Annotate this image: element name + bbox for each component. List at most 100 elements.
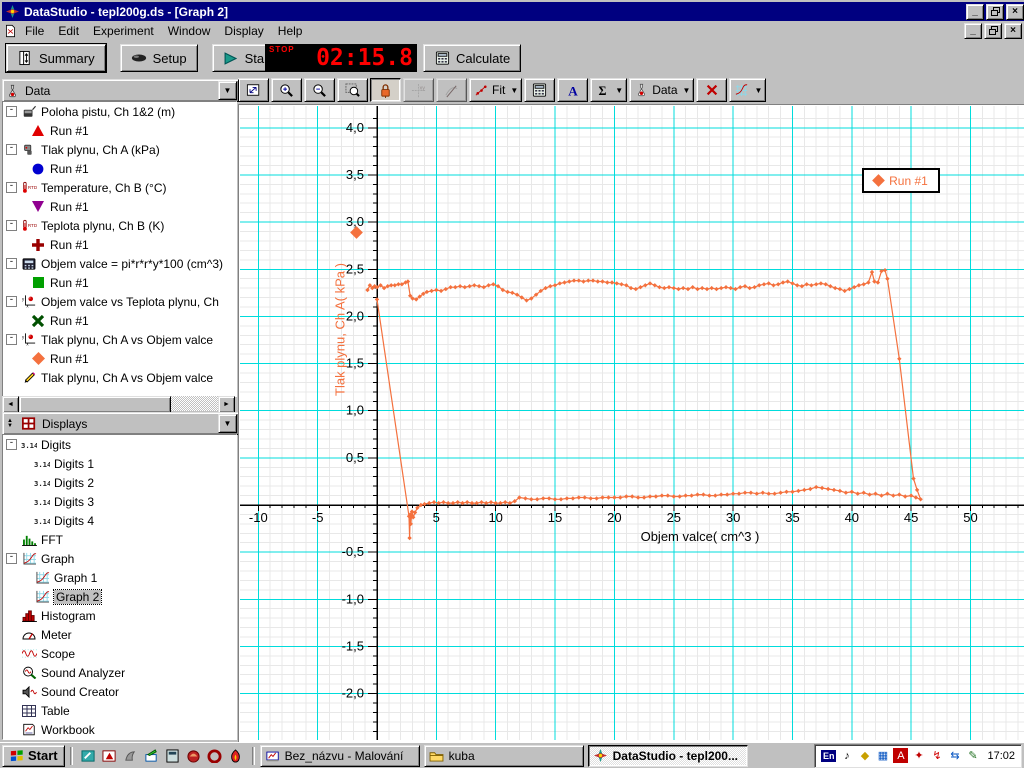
display-item[interactable]: Sound Analyzer (3, 663, 236, 682)
statistics-menu[interactable]: Σ ▼ (590, 78, 628, 102)
setup-button[interactable]: Setup (119, 44, 198, 72)
menu-window[interactable]: Window (161, 22, 218, 40)
fit-menu[interactable]: Fit ▼ (469, 78, 523, 102)
child-minimize-button[interactable]: _ (964, 22, 982, 39)
task-button[interactable]: DataStudio - tepl200... (587, 744, 748, 767)
child-close-button[interactable]: × (1004, 22, 1022, 39)
quicklaunch-2-icon[interactable] (102, 749, 118, 763)
pen-tray-icon[interactable]: ✎ (965, 748, 980, 763)
power-tray-icon[interactable]: ↯ (929, 748, 944, 763)
calculate-button[interactable]: Calculate (423, 44, 522, 72)
restore-button[interactable] (986, 3, 1004, 20)
menu-edit[interactable]: Edit (51, 22, 86, 40)
quicklaunch-4-icon[interactable] (144, 748, 160, 763)
display-subitem[interactable]: 3.14 Digits 1 (3, 454, 236, 473)
run-item[interactable]: Run #1 (3, 311, 236, 330)
zoom-in[interactable] (271, 78, 302, 102)
menu-file[interactable]: File (18, 22, 51, 40)
task-button[interactable]: Bez_názvu - Malování (259, 744, 420, 767)
graph-display[interactable]: -10 -5 5 10 15 20 25 30 35 40 45 50 4,0 3,5 3,0 2,5 2,0 1… (238, 104, 1024, 743)
collapse-toggle[interactable]: - (6, 553, 17, 564)
volume-tray-icon[interactable]: ♪ (839, 748, 854, 763)
scroll-thumb[interactable] (19, 396, 171, 413)
display-item[interactable]: Histogram (3, 606, 236, 625)
collapse-toggle[interactable]: - (6, 334, 17, 345)
display-subitem[interactable]: 3.14 Digits 4 (3, 511, 236, 530)
menu-help[interactable]: Help (271, 22, 310, 40)
collapse-toggle[interactable]: - (6, 144, 17, 155)
child-restore-button[interactable] (984, 22, 1002, 39)
displays-header-dropdown[interactable]: ▼ (218, 414, 237, 433)
collapse-toggle[interactable]: - (6, 439, 17, 450)
calculate-tool[interactable] (524, 78, 556, 102)
data-item[interactable]: Tlak plynu, Ch A vs Objem valce (3, 368, 236, 387)
data-item[interactable]: - RTD Teplota plynu, Ch B (K) (3, 216, 236, 235)
task-button[interactable]: kuba (423, 744, 584, 767)
collapse-toggle[interactable]: - (6, 182, 17, 193)
run-item[interactable]: Run #1 (3, 349, 236, 368)
run-item[interactable]: Run #1 (3, 121, 236, 140)
dropdown-arrow-icon[interactable]: ▼ (754, 86, 762, 95)
data-item[interactable]: - y x Objem valce vs Teplota plynu, Ch (3, 292, 236, 311)
data-header-dropdown[interactable]: ▼ (218, 81, 237, 100)
quicklaunch-7-icon[interactable] (207, 748, 223, 763)
display-settings-tray-icon[interactable]: ▦ (875, 748, 890, 763)
display-subitem[interactable]: 3.14 Digits 2 (3, 473, 236, 492)
run-item[interactable]: Run #1 (3, 235, 236, 254)
display-item[interactable]: Workbook (3, 720, 236, 739)
data-item[interactable]: - RTD Temperature, Ch B (°C) (3, 178, 236, 197)
dropdown-arrow-icon[interactable]: ▼ (615, 86, 623, 95)
close-button[interactable]: × (1006, 3, 1024, 20)
display-item[interactable]: Sound Creator (3, 682, 236, 701)
run-item[interactable]: Run #1 (3, 197, 236, 216)
slope-tool[interactable] (436, 78, 467, 102)
data-menu[interactable]: Data ▼ (629, 78, 695, 102)
display-item[interactable]: Scope (3, 644, 236, 663)
agent-tray-icon[interactable]: ✦ (911, 748, 926, 763)
data-item[interactable]: - Poloha pistu, Ch 1&2 (m) (3, 102, 236, 121)
scale-to-fit[interactable] (238, 78, 269, 102)
data-section-header[interactable]: Data ▼ (2, 79, 239, 102)
run-item[interactable]: Run #1 (3, 273, 236, 292)
sync-tray-icon[interactable]: ⇆ (947, 748, 962, 763)
data-item[interactable]: - Tlak plynu, Ch A (kPa) (3, 140, 236, 159)
data-tree-hscrollbar[interactable]: ◄ ► (2, 396, 235, 413)
minimize-button[interactable]: _ (966, 3, 984, 20)
run-item[interactable]: Run #1 (3, 159, 236, 178)
display-item[interactable]: Table (3, 701, 236, 720)
quicklaunch-5-icon[interactable] (165, 748, 181, 763)
section-resize-spinner[interactable]: ▲ ▼ (4, 418, 16, 429)
display-subitem[interactable]: 3.14 Digits 3 (3, 492, 236, 511)
collapse-toggle[interactable]: - (6, 220, 17, 231)
title-bar[interactable]: DataStudio - tepl200g.ds - [Graph 2] _ × (2, 2, 1024, 21)
collapse-toggle[interactable]: - (6, 106, 17, 117)
quicklaunch-8-icon[interactable] (228, 748, 244, 763)
zoom-select[interactable] (337, 78, 368, 102)
scheduler-tray-icon[interactable]: ◆ (857, 748, 872, 763)
scroll-left-arrow[interactable]: ◄ (2, 396, 19, 413)
quicklaunch-3-icon[interactable] (123, 749, 139, 763)
summary-button[interactable]: Summary (5, 43, 107, 73)
plot-area[interactable]: -10 -5 5 10 15 20 25 30 35 40 45 504,03,53,02,52,01… (240, 106, 1024, 740)
display-subitem[interactable]: Graph 2 (3, 587, 236, 606)
display-item[interactable]: -3.14 Digits (3, 435, 236, 454)
delete-button[interactable] (696, 78, 728, 102)
scroll-right-arrow[interactable]: ► (218, 396, 235, 413)
display-item[interactable]: - Graph (3, 549, 236, 568)
display-item[interactable]: Meter (3, 625, 236, 644)
menu-experiment[interactable]: Experiment (86, 22, 161, 40)
graph-settings[interactable]: ▼ (729, 78, 767, 102)
dropdown-arrow-icon[interactable]: ▼ (510, 86, 518, 95)
dropdown-arrow-icon[interactable]: ▼ (683, 86, 691, 95)
keyboard-layout-indicator[interactable]: En (820, 749, 837, 762)
text-tool[interactable]: A (557, 78, 589, 102)
display-item[interactable]: FFT (3, 530, 236, 549)
collapse-toggle[interactable]: - (6, 296, 17, 307)
quicklaunch-1-icon[interactable] (81, 749, 97, 763)
displays-section-header[interactable]: ▲ ▼ Displays ▼ (2, 412, 239, 435)
display-subitem[interactable]: Graph 1 (3, 568, 236, 587)
collapse-toggle[interactable]: - (6, 258, 17, 269)
scroll-track[interactable] (19, 396, 218, 413)
start-menu-button[interactable]: Start (2, 744, 65, 767)
data-item[interactable]: - Objem valce = pi*r*r*y*100 (cm^3) (3, 254, 236, 273)
